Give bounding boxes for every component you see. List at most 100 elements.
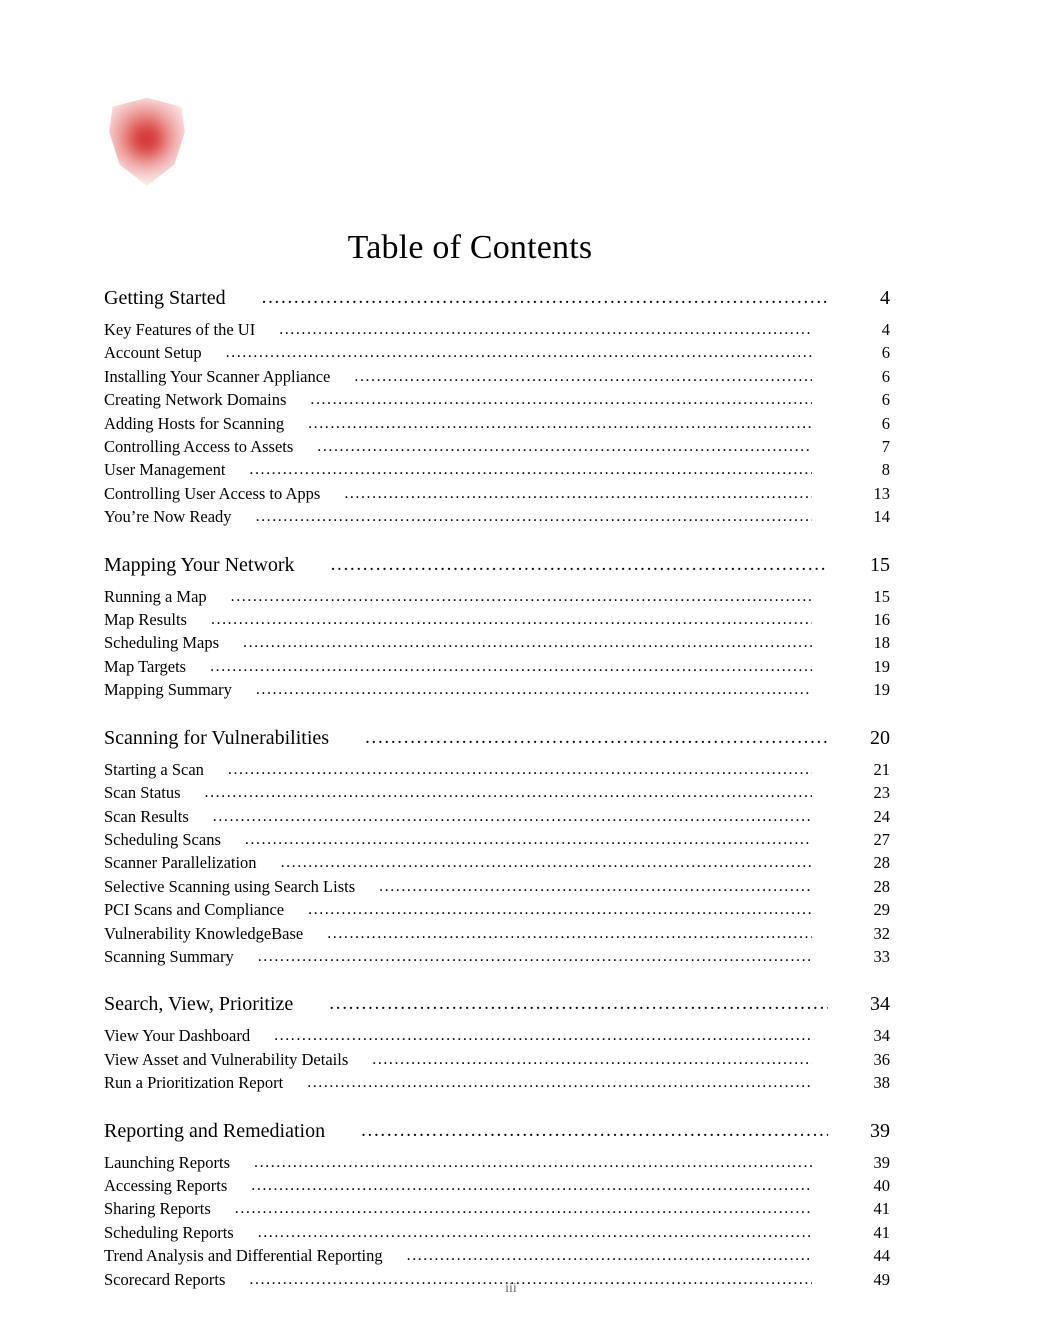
toc-entry[interactable]: PCI Scans and Compliance 29	[104, 899, 890, 922]
toc-dot-leader	[249, 460, 812, 482]
toc-section-heading[interactable]: Search, View, Prioritize 34	[104, 987, 890, 1022]
toc-entry-page-number: 6	[881, 413, 890, 433]
toc-entry[interactable]: Creating Network Domains 6	[104, 389, 890, 412]
toc-entry-page-number: 19	[873, 680, 891, 700]
toc-dot-leader	[210, 657, 812, 679]
toc-dot-leader	[245, 830, 812, 852]
toc-entry[interactable]: Map Results 16	[104, 609, 890, 632]
toc-entry[interactable]: Run a Prioritization Report 38	[104, 1072, 890, 1095]
toc-entry[interactable]: Scanner Parallelization 28	[104, 852, 890, 875]
toc-dot-leader	[308, 900, 812, 922]
toc-section-heading[interactable]: Reporting and Remediation 39	[104, 1114, 890, 1149]
toc-entry-label: Controlling User Access to Apps	[104, 483, 321, 503]
toc-dot-leader	[361, 1115, 828, 1149]
toc-dot-leader	[254, 1153, 812, 1175]
toc-entry-label: Launching Reports	[104, 1152, 231, 1172]
toc-dot-leader	[256, 680, 812, 702]
toc-dot-leader	[307, 1073, 812, 1095]
toc-entry-label: Installing Your Scanner Appliance	[104, 366, 331, 386]
shield-logo-icon	[104, 96, 190, 186]
toc-dot-leader	[329, 988, 828, 1022]
toc-section-heading[interactable]: Getting Started 4	[104, 281, 890, 316]
toc-dot-leader	[251, 1176, 812, 1198]
toc-entry-page-number: 24	[873, 806, 891, 826]
toc-entry-label: Reporting and Remediation	[104, 1119, 326, 1142]
toc-entry[interactable]: Accessing Reports 40	[104, 1175, 890, 1198]
toc-entry-label: Accessing Reports	[104, 1175, 228, 1195]
toc-dot-leader	[258, 1223, 812, 1245]
toc-section: Getting Started 4 Key Features of the UI 4 A…	[104, 281, 890, 530]
toc-entry-page-number: 39	[870, 1119, 890, 1142]
toc-section-heading[interactable]: Scanning for Vulnerabilities 20	[104, 721, 890, 756]
toc-entry-page-number: 28	[873, 876, 891, 896]
toc-entry-label: View Asset and Vulnerability Details	[104, 1049, 349, 1069]
toc-entry-label: Controlling Access to Assets	[104, 437, 294, 457]
toc-entry-page-number: 19	[873, 656, 891, 676]
toc-entry[interactable]: User Management 8	[104, 459, 890, 482]
toc-entry[interactable]: Trend Analysis and Differential Reportin…	[104, 1245, 890, 1268]
toc-dot-leader	[379, 877, 812, 899]
toc-entry-page-number: 34	[873, 1026, 891, 1046]
toc-entry[interactable]: Mapping Summary 19	[104, 679, 890, 702]
toc-entry-page-number: 13	[873, 483, 891, 503]
toc-entry-label: Scheduling Scans	[104, 829, 221, 849]
toc-dot-leader	[331, 549, 828, 583]
toc-entry-page-number: 18	[873, 633, 891, 653]
toc-entry[interactable]: Sharing Reports 41	[104, 1198, 890, 1221]
toc-entry-page-number: 15	[870, 553, 890, 576]
toc-entry[interactable]: Running a Map 15	[104, 586, 890, 609]
toc-entry[interactable]: View Asset and Vulnerability Details 36	[104, 1049, 890, 1072]
toc-section: Reporting and Remediation 39 Launching Rep…	[104, 1114, 890, 1292]
toc-dot-leader	[228, 760, 812, 782]
footer-page-number: iii	[505, 1281, 517, 1296]
toc-dot-leader	[262, 282, 828, 316]
toc-entry[interactable]: Installing Your Scanner Appliance 6	[104, 366, 890, 389]
toc-entry[interactable]: Account Setup 6	[104, 342, 890, 365]
toc-section: Mapping Your Network15Running a Map15Map…	[104, 548, 890, 703]
toc-dot-leader	[354, 367, 812, 389]
toc-entry[interactable]: Scan Results 24	[104, 806, 890, 829]
toc-dot-leader	[281, 853, 812, 875]
toc-entry-label: PCI Scans and Compliance	[104, 900, 285, 920]
toc-dot-leader	[235, 1199, 812, 1221]
toc-entry-label: Vulnerability KnowledgeBase	[104, 923, 304, 943]
toc-entry[interactable]: Controlling Access to Assets 7	[104, 436, 890, 459]
page-title: Table of Contents	[347, 228, 593, 266]
toc-entry[interactable]: You’re Now Ready 14	[104, 506, 890, 529]
toc-entry-label: Scan Status	[104, 783, 181, 803]
toc-entry-label: Mapping Your Network	[104, 553, 295, 576]
toc-entry-label: Account Setup	[104, 343, 202, 363]
toc-entry[interactable]: Starting a Scan 21	[104, 759, 890, 782]
toc-entry-page-number: 15	[873, 586, 891, 606]
toc-entry[interactable]: Selective Scanning using Search Lists 28	[104, 876, 890, 899]
toc-entry-page-number: 28	[873, 853, 891, 873]
toc-section-heading[interactable]: Mapping Your Network 15	[104, 548, 890, 583]
toc-entry-label: Scheduling Maps	[104, 633, 220, 653]
toc-entry[interactable]: Map Targets 19	[104, 656, 890, 679]
toc-entry[interactable]: Scheduling Maps 18	[104, 632, 890, 655]
toc-entry[interactable]: Scheduling Reports 41	[104, 1222, 890, 1245]
toc-entry[interactable]: Adding Hosts for Scanning 6	[104, 413, 890, 436]
toc-entry[interactable]: Controlling User Access to Apps 13	[104, 483, 890, 506]
toc-entry-label: View Your Dashboard	[104, 1026, 251, 1046]
toc-entry-page-number: 20	[870, 726, 890, 749]
toc-dot-leader	[310, 390, 812, 412]
toc-entry[interactable]: Scheduling Scans 27	[104, 829, 890, 852]
toc-dot-leader	[213, 807, 812, 829]
toc-entry[interactable]: Key Features of the UI 4	[104, 319, 890, 342]
toc-entry[interactable]: Vulnerability KnowledgeBase 32	[104, 923, 890, 946]
toc-entry-label: Scanner Parallelization	[104, 853, 257, 873]
toc-entry-page-number: 6	[881, 343, 890, 363]
toc-entry[interactable]: Scanning Summary 33	[104, 946, 890, 969]
toc-section: Search, View, Prioritize34 View Your Dash…	[104, 987, 890, 1095]
shield-logo-core	[128, 120, 166, 160]
toc-entry[interactable]: Launching Reports 39	[104, 1152, 890, 1175]
toc-entry[interactable]: View Your Dashboard 34	[104, 1025, 890, 1048]
toc-entry[interactable]: Scan Status 23	[104, 782, 890, 805]
toc-dot-leader	[279, 320, 812, 342]
toc-entry-label: Map Results	[104, 610, 187, 630]
toc-dot-leader	[231, 587, 812, 609]
toc-entry-label: Selective Scanning using Search Lists	[104, 876, 356, 896]
toc-entry-page-number: 38	[873, 1073, 891, 1093]
toc-entry-page-number: 36	[873, 1049, 891, 1069]
